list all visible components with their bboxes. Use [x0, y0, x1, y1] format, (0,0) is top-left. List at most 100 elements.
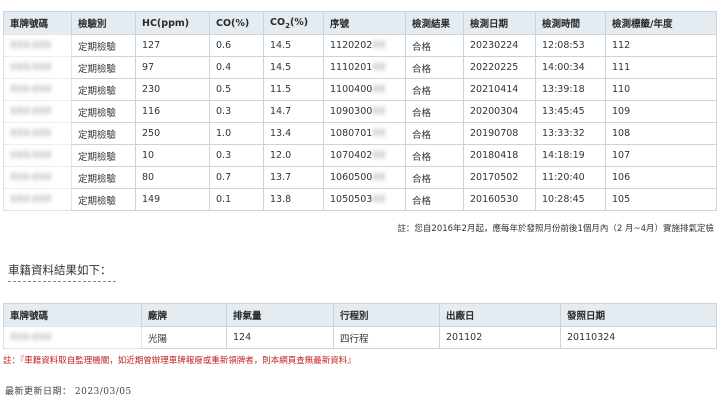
cell-hc: 80: [135, 166, 210, 189]
cell-co: 0.3: [209, 144, 264, 167]
cell-hc: 149: [135, 188, 210, 211]
cell-co2: 13.8: [263, 188, 324, 211]
serial-masked-suffix: XX: [372, 194, 386, 205]
table-row: XXX-XXX 定期檢驗 149 0.1 13.8 1050503XX 合格 20160530…: [3, 188, 717, 211]
last-updated: 最新更新日期： 2023/03/05: [5, 387, 132, 397]
reg-header-manufacture: 出廠日: [439, 303, 561, 327]
serial-prefix: 1120202: [330, 40, 373, 51]
cell-hc: 116: [135, 100, 210, 123]
cell-plate: XXX-XXX: [3, 122, 72, 145]
cell-date: 20160530: [463, 188, 536, 211]
reg-header-plate: 車牌號碼: [3, 303, 142, 327]
cell-result: 合格: [405, 78, 464, 101]
cell-type: 定期檢驗: [71, 188, 136, 211]
serial-masked-suffix: XX: [372, 106, 386, 117]
cell-date: 20230224: [463, 34, 536, 57]
cell-time: 14:18:19: [535, 144, 606, 167]
cell-result: 合格: [405, 144, 464, 167]
cell-label: 105: [605, 188, 717, 211]
serial-prefix: 1100400: [330, 84, 373, 95]
inspection-header-row: 車牌號碼 檢驗別 HC(ppm) CO(%) CO2(%) 序號 檢測結果 檢測…: [3, 11, 717, 35]
cell-hc: 10: [135, 144, 210, 167]
cell-time: 13:45:45: [535, 100, 606, 123]
cell-date: 20200304: [463, 100, 536, 123]
cell-co2: 14.5: [263, 56, 324, 79]
reg-header-brand: 廠牌: [141, 303, 227, 327]
cell-co2: 13.4: [263, 122, 324, 145]
col-header-co: CO(%): [209, 11, 264, 35]
col-header-co2: CO2(%): [263, 11, 324, 35]
serial-masked-suffix: XX: [372, 62, 386, 73]
reg-cell-brand: 光陽: [141, 326, 227, 349]
cell-date: 20180418: [463, 144, 536, 167]
cell-plate: XXX-XXX: [3, 100, 72, 123]
reg-header-displacement: 排氣量: [226, 303, 334, 327]
cell-hc: 250: [135, 122, 210, 145]
cell-label: 109: [605, 100, 717, 123]
cell-time: 14:00:34: [535, 56, 606, 79]
cell-result: 合格: [405, 122, 464, 145]
cell-co: 0.4: [209, 56, 264, 79]
table-row: XXX-XXX 定期檢驗 80 0.7 13.7 1060500XX 合格 20170502 1…: [3, 166, 717, 189]
col-header-label: 檢測標籤/年度: [605, 11, 717, 35]
cell-label: 110: [605, 78, 717, 101]
cell-date: 20220225: [463, 56, 536, 79]
serial-prefix: 1090300: [330, 106, 373, 117]
cell-label: 112: [605, 34, 717, 57]
cell-plate: XXX-XXX: [3, 56, 72, 79]
cell-type: 定期檢驗: [71, 144, 136, 167]
cell-serial: 1090300XX: [323, 100, 406, 123]
cell-type: 定期檢驗: [71, 56, 136, 79]
table-row: XXX-XXX 定期檢驗 230 0.5 11.5 1100400XX 合格 20210414…: [3, 78, 717, 101]
cell-result: 合格: [405, 100, 464, 123]
table-row: XXX-XXX 定期檢驗 250 1.0 13.4 1080701XX 合格 20190708…: [3, 122, 717, 145]
cell-type: 定期檢驗: [71, 34, 136, 57]
cell-plate: XXX-XXX: [3, 78, 72, 101]
col-header-plate: 車牌號碼: [3, 11, 72, 35]
cell-result: 合格: [405, 34, 464, 57]
col-header-hc: HC(ppm): [135, 11, 210, 35]
serial-masked-suffix: XX: [372, 150, 386, 161]
cell-hc: 127: [135, 34, 210, 57]
serial-prefix: 1110201: [330, 62, 373, 73]
cell-label: 107: [605, 144, 717, 167]
cell-result: 合格: [405, 188, 464, 211]
cell-time: 11:20:40: [535, 166, 606, 189]
cell-type: 定期檢驗: [71, 166, 136, 189]
col-header-result: 檢測結果: [405, 11, 464, 35]
col-header-time: 檢測時間: [535, 11, 606, 35]
cell-time: 13:39:18: [535, 78, 606, 101]
table-row: XXX-XXX 定期檢驗 127 0.6 14.5 1120202XX 合格 20230224…: [3, 34, 717, 57]
cell-plate: XXX-XXX: [3, 166, 72, 189]
cell-serial: 1120202XX: [323, 34, 406, 57]
cell-date: 20190708: [463, 122, 536, 145]
cell-hc: 230: [135, 78, 210, 101]
col-header-type: 檢驗別: [71, 11, 136, 35]
inspection-table: 車牌號碼 檢驗別 HC(ppm) CO(%) CO2(%) 序號 檢測結果 檢測…: [3, 11, 717, 211]
cell-co2: 14.5: [263, 34, 324, 57]
cell-serial: 1060500XX: [323, 166, 406, 189]
cell-type: 定期檢驗: [71, 78, 136, 101]
serial-prefix: 1070402: [330, 150, 373, 161]
serial-masked-suffix: XX: [372, 128, 386, 139]
cell-type: 定期檢驗: [71, 100, 136, 123]
cell-result: 合格: [405, 56, 464, 79]
cell-serial: 1080701XX: [323, 122, 406, 145]
registration-header-row: 車牌號碼 廠牌 排氣量 行程別 出廠日 發照日期: [3, 303, 717, 327]
cell-co: 0.5: [209, 78, 264, 101]
cell-serial: 1070402XX: [323, 144, 406, 167]
reg-cell-issue-date: 20110324: [560, 326, 717, 349]
cell-result: 合格: [405, 166, 464, 189]
registration-table: 車牌號碼 廠牌 排氣量 行程別 出廠日 發照日期 XXX-XXX 光陽 124 …: [3, 303, 717, 349]
cell-co: 1.0: [209, 122, 264, 145]
cell-co2: 13.7: [263, 166, 324, 189]
registration-row: XXX-XXX 光陽 124 四行程 201102 20110324: [3, 326, 717, 349]
cell-time: 12:08:53: [535, 34, 606, 57]
table-row: XXX-XXX 定期檢驗 10 0.3 12.0 1070402XX 合格 20180418 1…: [3, 144, 717, 167]
reg-cell-plate: XXX-XXX: [3, 326, 142, 349]
reg-cell-displacement: 124: [226, 326, 334, 349]
cell-plate: XXX-XXX: [3, 144, 72, 167]
reg-header-issue-date: 發照日期: [560, 303, 717, 327]
registration-note: 註：『車籍資料取自監理機關，如近期曾辦理車牌報廢或重新領牌者，則本網頁查無最新資…: [3, 356, 356, 366]
serial-prefix: 1050503: [330, 194, 373, 205]
